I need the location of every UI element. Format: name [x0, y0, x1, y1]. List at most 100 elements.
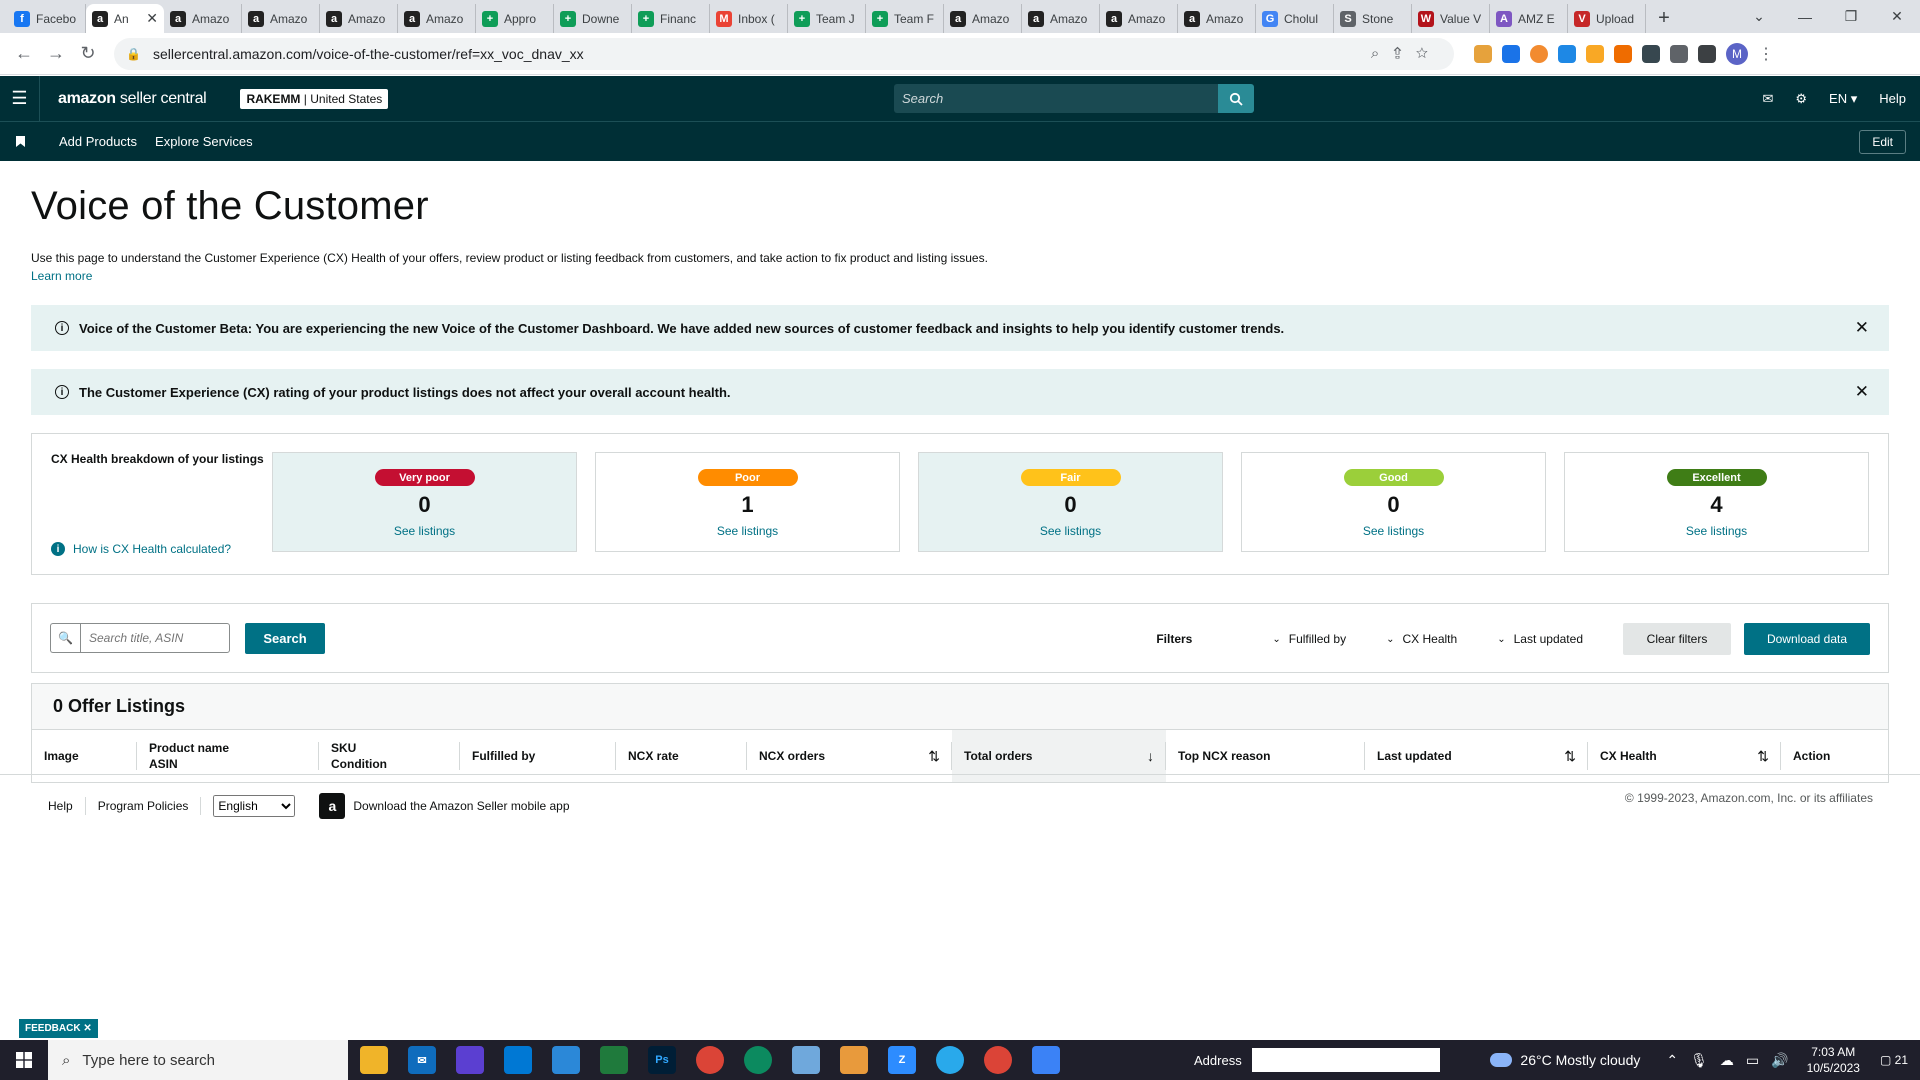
amazon-seller-central-logo[interactable]: amazon seller central [58, 90, 207, 108]
see-listings-link[interactable]: See listings [394, 524, 455, 538]
forward-button[interactable]: → [40, 38, 72, 70]
restore-button[interactable]: ❐ [1828, 0, 1874, 33]
browser-tab[interactable]: W Value V [1412, 4, 1490, 33]
minimize-button[interactable]: — [1782, 0, 1828, 33]
file-explorer-icon[interactable] [360, 1046, 388, 1074]
browser-tab[interactable]: + Appro [476, 4, 554, 33]
chevron-up-icon[interactable]: ⌃ [1666, 1052, 1678, 1069]
sort-icon[interactable]: ⇅ [1757, 748, 1769, 765]
browser-tab[interactable]: a Amazo [1178, 4, 1256, 33]
extension-icon[interactable] [1614, 44, 1632, 63]
address-input[interactable] [1251, 1048, 1440, 1072]
back-button[interactable]: ← [8, 38, 40, 70]
see-listings-link[interactable]: See listings [717, 524, 778, 538]
extension-icon[interactable] [1530, 44, 1548, 63]
tab-search-icon[interactable]: ⌄ [1736, 0, 1782, 33]
side-panel-icon[interactable] [1698, 44, 1716, 63]
browser-tab[interactable]: + Financ [632, 4, 710, 33]
close-icon[interactable]: ✕ [1855, 318, 1869, 338]
app-icon[interactable] [840, 1046, 868, 1074]
browser-tab[interactable]: a Amazo [1022, 4, 1100, 33]
browser-tab[interactable]: + Team J [788, 4, 866, 33]
header-search-input[interactable]: Search [894, 84, 1218, 113]
store-switcher[interactable]: RAKEMM | United States [240, 88, 389, 109]
browser-tab[interactable]: a Amazo [242, 4, 320, 33]
chrome-icon[interactable] [984, 1046, 1012, 1074]
browser-tab[interactable]: + Downe [554, 4, 632, 33]
header-search-button[interactable] [1218, 84, 1254, 113]
close-tab-icon[interactable]: ✕ [146, 10, 158, 27]
fulfilled-by-dropdown[interactable]: ⌄ Fulfilled by [1272, 632, 1346, 646]
browser-tab[interactable]: f Facebo [8, 4, 86, 33]
footer-language-select[interactable]: English [213, 795, 296, 817]
telegram-icon[interactable] [936, 1046, 964, 1074]
network-icon[interactable]: ▭ [1746, 1052, 1759, 1069]
cx-health-dropdown[interactable]: ⌄ CX Health [1386, 632, 1457, 646]
clear-filters-button[interactable]: Clear filters [1623, 623, 1731, 655]
app-icon[interactable] [456, 1046, 484, 1074]
browser-tab[interactable]: M Inbox ( [710, 4, 788, 33]
notification-icon[interactable]: ▢ 21 [1880, 1053, 1908, 1067]
volume-icon[interactable]: 🔊 [1771, 1052, 1788, 1069]
browser-tab[interactable]: A AMZ E [1490, 4, 1568, 33]
profile-avatar[interactable]: M [1726, 42, 1748, 65]
taskbar-search[interactable]: ⌕ Type here to search [48, 1040, 348, 1080]
browser-tab[interactable]: S Stone [1334, 4, 1412, 33]
sort-icon[interactable]: ⇅ [1564, 748, 1576, 765]
clock[interactable]: 7:03 AM 10/5/2023 [1807, 1044, 1860, 1076]
address-bar[interactable]: 🔒 sellercentral.amazon.com/voice-of-the-… [114, 37, 1454, 70]
extension-icon[interactable] [1586, 44, 1604, 63]
extension-icon[interactable] [1474, 44, 1492, 63]
search-button[interactable]: Search [245, 622, 325, 654]
footer-help-link[interactable]: Help [48, 799, 73, 813]
browser-tab[interactable]: a An ✕ [86, 4, 164, 33]
edit-nav-button[interactable]: Edit [1859, 130, 1906, 154]
extension-icon[interactable] [1558, 44, 1576, 63]
close-icon[interactable]: ✕ [1855, 382, 1869, 402]
share-icon[interactable]: ⇪ [1393, 45, 1415, 62]
app-icon[interactable] [1032, 1046, 1060, 1074]
lock-icon[interactable]: 🔒 [126, 47, 141, 61]
mail-icon[interactable]: ✉ [1762, 91, 1773, 107]
download-data-button[interactable]: Download data [1744, 623, 1870, 655]
store-icon[interactable] [504, 1046, 532, 1074]
extension-icon[interactable] [1642, 44, 1660, 63]
reload-button[interactable]: ↻ [72, 38, 104, 70]
how-cx-calculated-link[interactable]: i How is CX Health calculated? [51, 542, 231, 556]
photoshop-icon[interactable]: Ps [648, 1046, 676, 1074]
browser-tab[interactable]: a Amazo [1100, 4, 1178, 33]
hamburger-menu-icon[interactable]: ☰ [0, 76, 40, 121]
sort-icon[interactable]: ↓ [1147, 748, 1154, 764]
app-icon[interactable] [792, 1046, 820, 1074]
bookmark-star-icon[interactable]: ☆ [1416, 45, 1442, 62]
close-window-button[interactable]: ✕ [1874, 0, 1920, 33]
browser-tab[interactable]: + Team F [866, 4, 944, 33]
learn-more-link[interactable]: Learn more [31, 269, 92, 283]
microphone-icon[interactable]: 🎙 [1690, 1052, 1708, 1069]
mobile-app-link[interactable]: a Download the Amazon Seller mobile app [319, 793, 570, 819]
mail-icon[interactable]: ✉ [408, 1046, 436, 1074]
program-policies-link[interactable]: Program Policies [98, 799, 189, 813]
browser-tab[interactable]: a Amazo [944, 4, 1022, 33]
see-listings-link[interactable]: See listings [1363, 524, 1424, 538]
zoom-icon[interactable]: ⌕ [1371, 45, 1393, 62]
browser-tab[interactable]: a Amazo [320, 4, 398, 33]
language-selector[interactable]: EN ▾ [1829, 91, 1857, 107]
browser-tab[interactable]: a Amazo [164, 4, 242, 33]
calculator-icon[interactable] [600, 1046, 628, 1074]
zoom-app-icon[interactable]: Z [888, 1046, 916, 1074]
app-icon[interactable] [552, 1046, 580, 1074]
browser-tab[interactable]: a Amazo [398, 4, 476, 33]
chrome-icon[interactable] [696, 1046, 724, 1074]
browser-tab[interactable]: G Cholul [1256, 4, 1334, 33]
bookmark-icon[interactable] [0, 136, 40, 147]
weather-widget[interactable]: 26°C Mostly cloudy [1490, 1052, 1640, 1068]
help-link[interactable]: Help [1879, 91, 1906, 106]
puzzle-icon[interactable] [1670, 44, 1688, 63]
see-listings-link[interactable]: See listings [1040, 524, 1101, 538]
explore-services-link[interactable]: Explore Services [155, 134, 253, 149]
feedback-button[interactable]: FEEDBACK ✕ [19, 1019, 98, 1038]
see-listings-link[interactable]: See listings [1686, 524, 1747, 538]
menu-kebab-icon[interactable]: ⋮ [1758, 44, 1774, 64]
last-updated-dropdown[interactable]: ⌄ Last updated [1497, 632, 1583, 646]
